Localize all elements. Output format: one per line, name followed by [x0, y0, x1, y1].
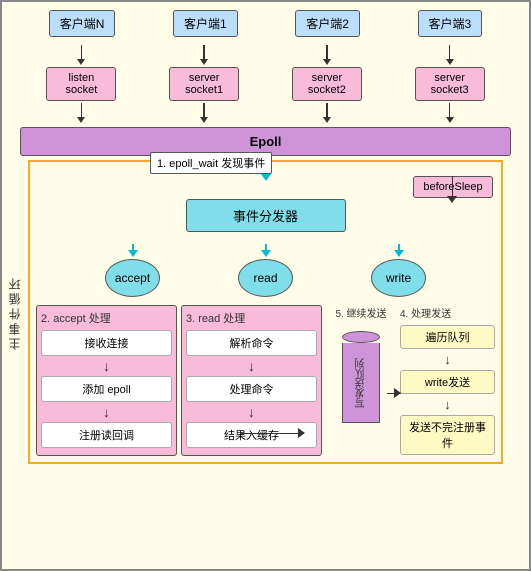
before-sleep-arrowhead [447, 196, 457, 203]
result-to-queue-line [240, 433, 300, 435]
read-step-2: 处理命令 [186, 376, 317, 402]
accept-step-3: 注册读回调 [41, 422, 172, 448]
queue-label: 写发送队列 [355, 358, 368, 408]
socket-arrows [10, 103, 521, 123]
clients-row: 客户端N 客户端1 客户端2 客户端3 [10, 10, 521, 37]
right-panel-header: 4. 处理发送 [400, 305, 495, 320]
oval-read: read [238, 259, 293, 297]
client-1: 客户端1 [173, 10, 238, 37]
oval-write: write [371, 259, 426, 297]
right-step-2: write发送 [400, 370, 495, 394]
main-event-loop-area: 主事件循环 1. epoll_wait 发现事件 beforeSleep 事件分… [28, 160, 503, 464]
sockets-row: listensocket serversocket1 serversocket2… [10, 67, 521, 101]
continue-send-section: 5. 继续发送 写发送队列 [326, 305, 396, 423]
oval-accept: accept [105, 259, 160, 297]
read-arrow-2: ↓ [186, 405, 317, 419]
accept-column: 2. accept 处理 接收连接 ↓ 添加 epoll ↓ 注册读回调 [36, 305, 177, 456]
right-step-3: 发送不完注册事件 [400, 415, 495, 455]
right-step-1: 遍历队列 [400, 325, 495, 349]
server-socket3: serversocket3 [415, 67, 485, 101]
continue-send-header: 5. 继续发送 [335, 305, 386, 320]
server-socket2: serversocket2 [292, 67, 362, 101]
server-socket1: serversocket1 [169, 67, 239, 101]
client-n: 客户端N [49, 10, 116, 37]
queue-to-right-arrow [394, 388, 401, 398]
client-arrows [10, 45, 521, 65]
accept-arrow-1: ↓ [41, 359, 172, 373]
right-arrow-2: ↓ [400, 397, 495, 412]
main-loop-label: 主事件循环 [6, 275, 23, 350]
read-header: 3. read 处理 [186, 310, 317, 326]
listen-socket: listensocket [46, 67, 116, 101]
result-to-queue-arrow [298, 428, 305, 438]
before-sleep-box: beforeSleep [413, 176, 493, 198]
client-2: 客户端2 [295, 10, 360, 37]
read-step-1: 解析命令 [186, 330, 317, 356]
epoll-wait-label: 1. epoll_wait 发现事件 [150, 152, 272, 174]
accept-header: 2. accept 处理 [41, 310, 172, 326]
right-arrow-1: ↓ [400, 352, 495, 367]
ovals-row: accept read write [36, 259, 495, 297]
dispatcher-box: 事件分发器 [186, 199, 346, 232]
main-container: 客户端N 客户端1 客户端2 客户端3 listensocket servers… [0, 0, 531, 571]
client-3: 客户端3 [418, 10, 483, 37]
accept-step-2: 添加 epoll [41, 376, 172, 402]
right-panel: 4. 处理发送 遍历队列 ↓ write发送 ↓ 发送不完注册事件 [400, 305, 495, 455]
read-arrow-1: ↓ [186, 359, 317, 373]
before-sleep-arrow [452, 176, 454, 198]
accept-arrow-2: ↓ [41, 405, 172, 419]
accept-step-1: 接收连接 [41, 330, 172, 356]
